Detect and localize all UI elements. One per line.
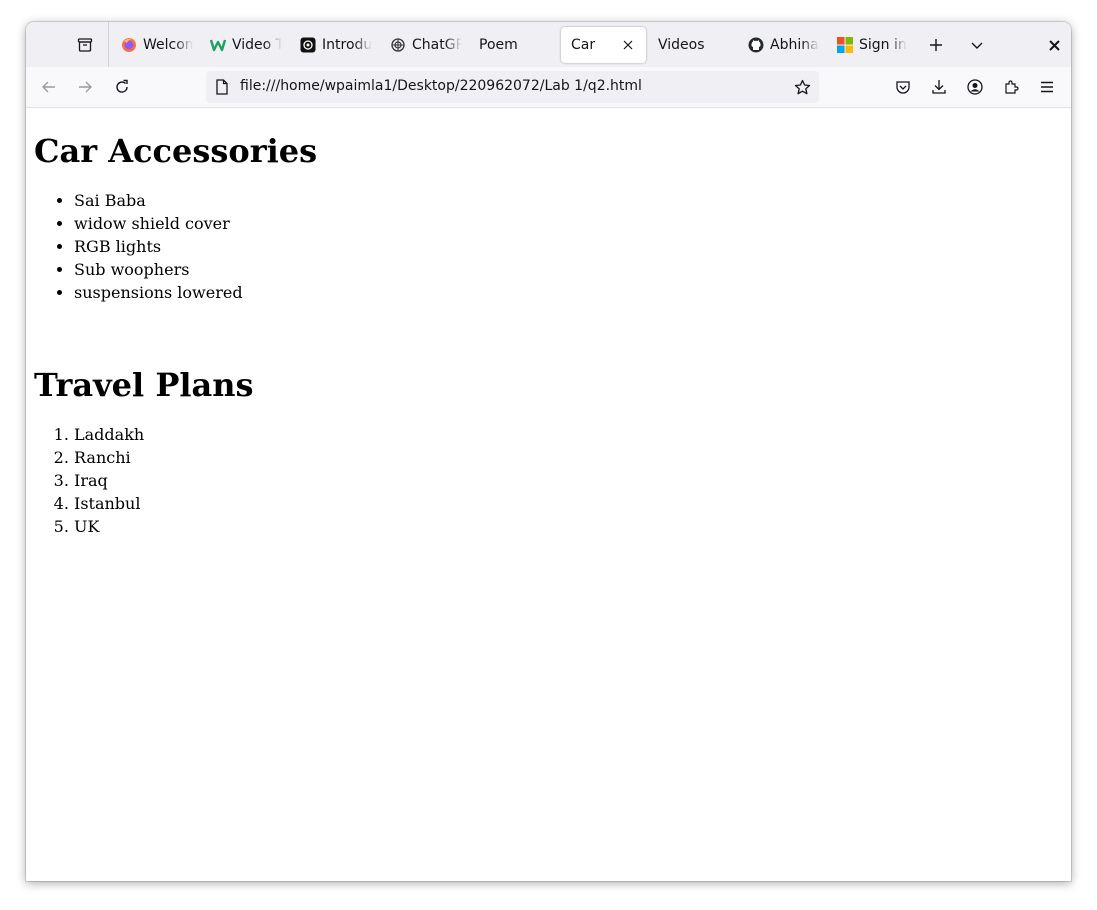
address-bar[interactable]: file:///home/wpaimla1/Desktop/220962072/… <box>206 71 819 103</box>
tab-github[interactable]: Abhina <box>738 27 820 63</box>
list-item: widow shield cover <box>74 212 1063 235</box>
extensions-button[interactable] <box>1000 76 1022 98</box>
arrow-left-icon <box>42 81 55 93</box>
account-icon <box>967 79 983 95</box>
list-item: UK <box>74 515 1063 538</box>
bookmark-star-icon[interactable] <box>793 78 811 96</box>
tab-label: Car <box>571 37 596 53</box>
puzzle-icon <box>1005 80 1019 94</box>
account-button[interactable] <box>964 76 986 98</box>
new-tab-button[interactable] <box>925 34 947 56</box>
firefox-view-icon <box>77 38 93 52</box>
download-icon <box>932 80 946 94</box>
reload-button[interactable] <box>111 76 133 98</box>
github-icon <box>748 37 764 53</box>
list-item: RGB lights <box>74 235 1063 258</box>
accessories-list: Sai Baba widow shield cover RGB lights S… <box>34 189 1063 304</box>
tab-video[interactable]: Video T <box>200 27 282 63</box>
tab-label: Introdu <box>322 37 372 53</box>
tab-label: ChatGPT <box>412 37 462 53</box>
travel-plans-heading: Travel Plans <box>34 366 254 404</box>
wikipedia-w-icon <box>210 37 226 53</box>
openai-logo-icon <box>300 37 316 53</box>
list-item: Ranchi <box>74 446 1063 469</box>
tab-separator <box>108 22 109 67</box>
tab-label: Video T <box>232 37 282 53</box>
list-item: suspensions lowered <box>74 281 1063 304</box>
navigation-toolbar: file:///home/wpaimla1/Desktop/220962072/… <box>26 67 1071 108</box>
tab-chatgpt[interactable]: ChatGPT <box>380 27 462 63</box>
microsoft-icon <box>837 37 853 53</box>
tab-label: Abhina <box>770 37 819 53</box>
list-item: Laddakh <box>74 423 1063 446</box>
tab-label: Welcome <box>143 37 193 53</box>
tab-label: Sign in <box>859 37 907 53</box>
tab-bar: Welcome Video T Introdu <box>26 22 1071 67</box>
hamburger-menu-icon <box>1041 81 1053 93</box>
tab-videos[interactable]: Videos <box>648 27 730 63</box>
openai-logo-icon <box>390 37 406 53</box>
tab-introduction[interactable]: Introdu <box>290 27 372 63</box>
app-menu-button[interactable] <box>1036 76 1058 98</box>
list-all-tabs-button[interactable] <box>966 34 988 56</box>
arrow-right-icon <box>79 81 92 93</box>
firefox-icon <box>121 37 137 53</box>
downloads-button[interactable] <box>928 76 950 98</box>
list-item: Iraq <box>74 469 1063 492</box>
browser-window: Welcome Video T Introdu <box>26 22 1071 881</box>
page-content: Car Accessories Sai Baba widow shield co… <box>26 108 1071 881</box>
close-window-button[interactable] <box>1043 34 1065 56</box>
plus-icon <box>930 39 942 51</box>
forward-button[interactable] <box>74 76 96 98</box>
pocket-icon <box>896 81 910 94</box>
tab-sign-in[interactable]: Sign in <box>827 27 909 63</box>
tab-label: Videos <box>658 37 705 53</box>
tab-poem[interactable]: Poem <box>469 27 551 63</box>
url-text[interactable]: file:///home/wpaimla1/Desktop/220962072/… <box>240 78 642 94</box>
page-document-icon[interactable] <box>214 79 230 95</box>
pocket-button[interactable] <box>892 76 914 98</box>
close-icon <box>1048 39 1060 51</box>
list-item: Sub woophers <box>74 258 1063 281</box>
line-break-spacer <box>34 304 1063 342</box>
tab-label: Poem <box>479 37 518 53</box>
list-item: Istanbul <box>74 492 1063 515</box>
travel-list: Laddakh Ranchi Iraq Istanbul UK <box>34 423 1063 538</box>
reload-icon <box>116 79 128 93</box>
back-button[interactable] <box>38 76 60 98</box>
list-item: Sai Baba <box>74 189 1063 212</box>
chevron-down-icon <box>971 42 983 49</box>
tab-car[interactable]: Car <box>561 27 646 63</box>
car-accessories-heading: Car Accessories <box>34 132 318 170</box>
firefox-view-button[interactable] <box>74 34 96 56</box>
tab-welcome[interactable]: Welcome <box>111 27 193 63</box>
close-tab-icon[interactable] <box>620 37 636 53</box>
